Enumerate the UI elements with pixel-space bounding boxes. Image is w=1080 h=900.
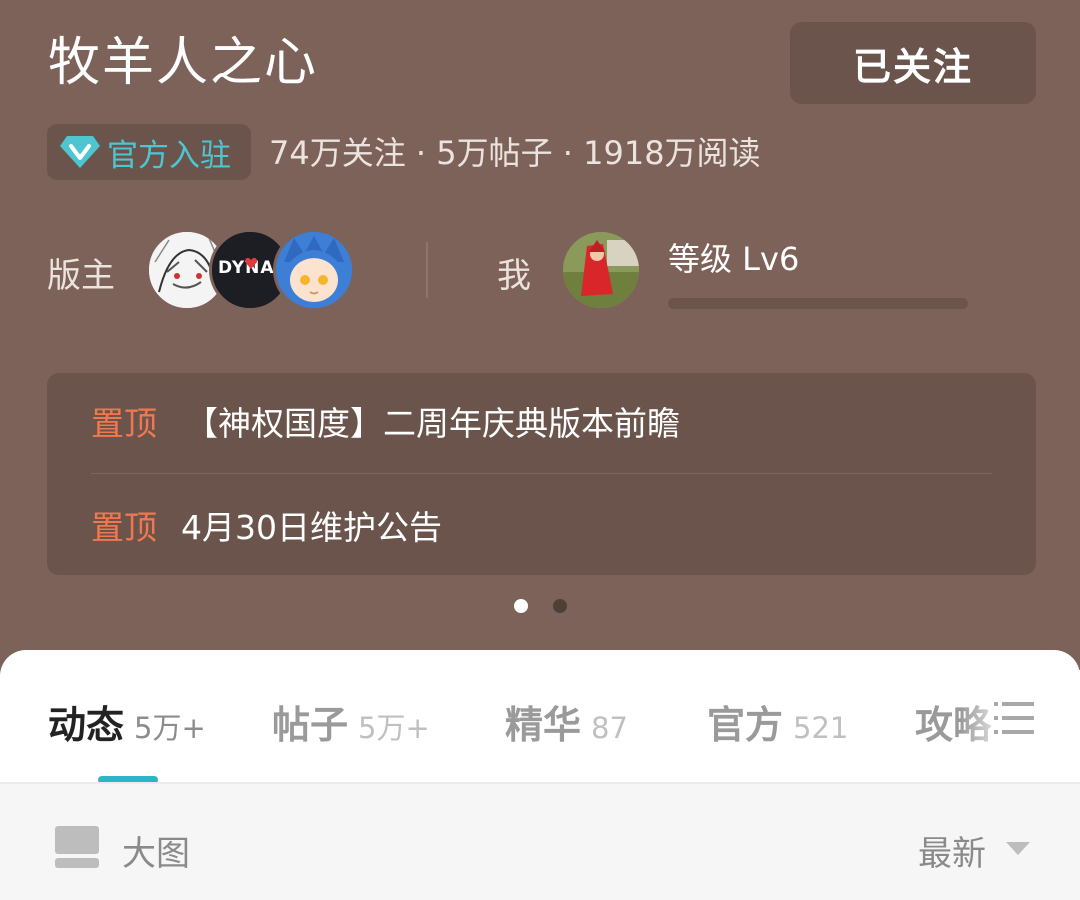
tab-featured[interactable]: 精华 87 <box>505 694 628 749</box>
forum-title: 牧羊人之心 <box>48 33 319 93</box>
tab-label: 精华 <box>505 703 582 747</box>
tab-label: 帖子 <box>272 703 349 747</box>
carousel-dot[interactable] <box>553 599 567 613</box>
tab-label: 官方 <box>707 703 784 747</box>
official-badge[interactable]: 官方入驻 <box>47 124 251 180</box>
caret-down-icon[interactable] <box>1006 842 1030 856</box>
pinned-title: 4月30日维护公告 <box>181 508 442 547</box>
tab-count: 5万+ <box>358 711 430 745</box>
pinned-title: 【神权国度】二周年庆典版本前瞻 <box>185 404 680 443</box>
my-level: 等级 Lv6 <box>668 240 800 278</box>
tab-posts[interactable]: 帖子 5万+ <box>272 694 430 749</box>
my-avatar[interactable] <box>560 229 642 311</box>
tab-dynamic[interactable]: 动态 5万+ <box>48 694 206 749</box>
sort-label[interactable]: 最新 <box>918 826 986 875</box>
moderator-avatar-3[interactable] <box>273 229 355 311</box>
tab-count: 5万+ <box>134 711 206 745</box>
view-mode-label[interactable]: 大图 <box>122 826 190 875</box>
carousel-dot-active[interactable] <box>514 599 528 613</box>
tab-label: 动态 <box>48 703 125 747</box>
pinned-post[interactable]: 置顶 【神权国度】二周年庆典版本前瞻 <box>91 391 680 451</box>
tab-count: 521 <box>793 711 849 745</box>
tab-bar: 动态 5万+ 帖子 5万+ 精华 87 官方 521 攻略 <box>0 650 1080 782</box>
level-progress-bar <box>668 298 968 309</box>
diamond-v-icon <box>60 136 100 168</box>
official-badge-label: 官方入驻 <box>107 137 231 174</box>
forum-header: 牧羊人之心 已关注 官方入驻 74万关注 · 5万帖子 · 1918万阅读 版主 <box>0 0 1080 660</box>
moderator-row: 版主 DYNA 我 等级 Lv6 <box>0 224 1080 316</box>
pinned-posts-panel: 置顶 【神权国度】二周年庆典版本前瞻 置顶 4月30日维护公告 <box>47 373 1036 575</box>
tab-count: 87 <box>591 711 628 745</box>
forum-stats: 74万关注 · 5万帖子 · 1918万阅读 <box>269 134 761 172</box>
carousel-indicator <box>514 599 567 613</box>
row-divider <box>426 242 428 298</box>
pinned-divider <box>91 473 992 474</box>
large-image-view-icon[interactable] <box>55 826 99 868</box>
content-sheet: 动态 5万+ 帖子 5万+ 精华 87 官方 521 攻略 大图 最新 <box>0 650 1080 900</box>
filter-bar: 大图 最新 <box>0 784 1080 900</box>
follow-button[interactable]: 已关注 <box>790 22 1036 104</box>
me-label: 我 <box>497 256 531 296</box>
moderator-label: 版主 <box>47 256 115 296</box>
pinned-tag: 置顶 <box>91 508 157 547</box>
pinned-post[interactable]: 置顶 4月30日维护公告 <box>91 495 442 555</box>
menu-lines-icon[interactable] <box>990 694 1038 742</box>
pinned-tag: 置顶 <box>91 404 157 443</box>
tab-official[interactable]: 官方 521 <box>707 694 848 749</box>
